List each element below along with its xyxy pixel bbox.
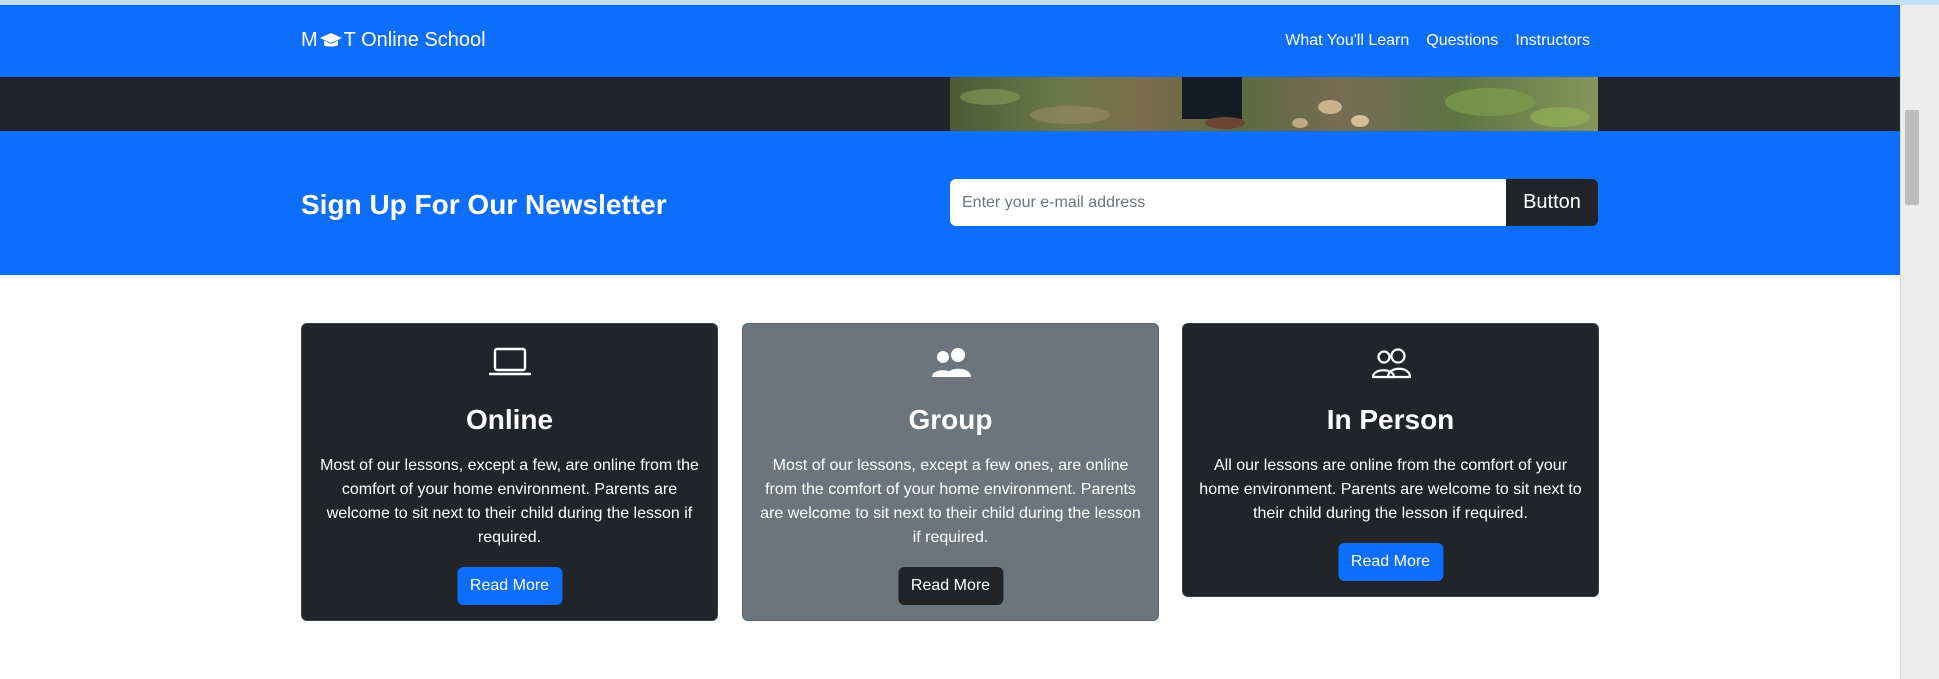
read-more-button[interactable]: Read More [1337, 543, 1444, 581]
card-online: Online Most of our lessons, except a few… [301, 323, 718, 621]
card-title: In Person [1326, 404, 1455, 435]
navbar: M T Online School What You'll Learn Ques… [0, 5, 1900, 77]
card-in-person: In Person All our lessons are online fro… [1182, 323, 1599, 597]
card-text: All our lessons are online from the comf… [1199, 457, 1582, 522]
newsletter-section: Sign Up For Our Newsletter Button [0, 131, 1900, 275]
card-text: Most of our lessons, except a few, are o… [320, 457, 699, 546]
nav-link-questions[interactable]: Questions [1426, 32, 1498, 50]
graduation-cap-icon [319, 31, 343, 51]
card-title: Online [465, 404, 554, 435]
nav-link-what-youll-learn[interactable]: What You'll Learn [1285, 32, 1409, 50]
scrollbar-thumb[interactable] [1905, 110, 1919, 205]
brand-link[interactable]: M T Online School [301, 29, 486, 52]
laptop-icon [488, 347, 531, 384]
email-input[interactable] [950, 179, 1506, 226]
nav-link-instructors[interactable]: Instructors [1515, 32, 1590, 50]
brand-text-start: M [301, 29, 318, 51]
hero-image [950, 77, 1598, 131]
card-group: Group Most of our lessons, except a few … [742, 323, 1159, 621]
people-fill-icon [930, 347, 972, 384]
card-title: Group [908, 404, 993, 435]
read-more-button[interactable]: Read More [897, 567, 1004, 605]
card-text: Most of our lessons, except a few ones, … [760, 457, 1141, 546]
people-outline-icon [1370, 347, 1412, 384]
brand-text-end: T Online School [343, 29, 486, 51]
scrollbar-track[interactable] [1900, 5, 1939, 679]
read-more-button[interactable]: Read More [456, 567, 563, 605]
newsletter-title: Sign Up For Our Newsletter [301, 189, 667, 220]
nav-links: What You'll Learn Questions Instructors [1285, 32, 1590, 50]
newsletter-submit-button[interactable]: Button [1506, 179, 1598, 226]
